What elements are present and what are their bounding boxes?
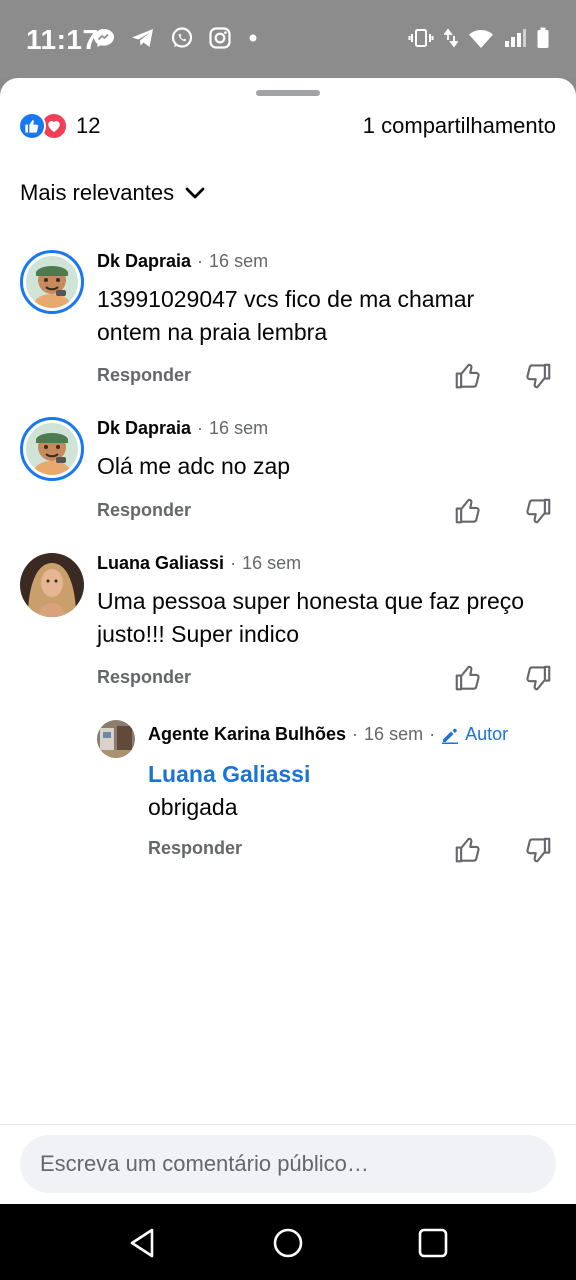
pencil-icon: [442, 728, 459, 744]
vibrate-icon: [408, 29, 434, 47]
sheet-grabber[interactable]: [256, 90, 320, 96]
dislike-icon[interactable]: [523, 361, 553, 391]
comment-author[interactable]: Luana Galiassi: [97, 553, 224, 574]
comment-time[interactable]: 16 sem: [242, 553, 301, 574]
avatar[interactable]: [20, 553, 84, 617]
data-arrows-icon: [444, 28, 458, 48]
reply-item: Agente Karina Bulhões · 16 sem · Autor L…: [0, 718, 576, 868]
reply-time[interactable]: 16 sem: [364, 724, 423, 745]
avatar[interactable]: [20, 250, 84, 314]
comment-text: Uma pessoa super honesta que faz preço j…: [97, 588, 525, 647]
comment-composer: Escreva um comentário público…: [0, 1124, 576, 1204]
like-icon[interactable]: [453, 496, 483, 526]
avatar[interactable]: [20, 417, 84, 481]
share-count[interactable]: 1 compartilhamento: [363, 112, 556, 140]
reaction-summary[interactable]: 12: [18, 112, 100, 140]
separator-dot: ·: [230, 553, 237, 573]
like-reaction-icon: [18, 112, 46, 140]
comment-author[interactable]: Dk Dapraia: [97, 418, 191, 439]
reply-button[interactable]: Responder: [97, 500, 191, 521]
dislike-icon[interactable]: [523, 835, 553, 865]
separator-dot: ·: [352, 724, 359, 744]
sort-dropdown[interactable]: Mais relevantes: [20, 180, 206, 206]
battery-icon: [537, 27, 549, 48]
dislike-icon[interactable]: [523, 496, 553, 526]
signal-icon: [505, 29, 526, 47]
comment-item: Luana Galiassi · 16 sem Uma pessoa super…: [0, 550, 576, 690]
reply-button[interactable]: Responder: [148, 838, 242, 859]
whatsapp-icon: [171, 27, 193, 48]
avatar-image: [20, 553, 84, 617]
reply-text: obrigada: [148, 794, 238, 820]
reply-button[interactable]: Responder: [97, 667, 191, 688]
reaction-count: 12: [76, 113, 101, 138]
status-bar: 11:17: [0, 0, 576, 78]
avatar[interactable]: [97, 720, 135, 758]
sort-label: Mais relevantes: [20, 180, 175, 205]
comments-sheet: 12 1 compartilhamento Mais relevantes Dk…: [0, 78, 576, 1204]
reply-body: Luana Galiassi obrigada: [148, 758, 548, 824]
wifi-icon: [469, 30, 493, 48]
comment-text: Olá me adc no zap: [97, 453, 291, 479]
separator-dot: ·: [197, 251, 204, 271]
recents-icon[interactable]: [416, 1226, 450, 1260]
like-icon[interactable]: [453, 835, 483, 865]
chevron-down-icon: [185, 187, 205, 199]
messenger-bubble-icon: [94, 29, 114, 47]
like-icon[interactable]: [453, 361, 483, 391]
dislike-icon[interactable]: [523, 663, 553, 693]
telegram-icon: [132, 29, 153, 47]
avatar-image: [26, 256, 78, 308]
status-time: 11:17: [26, 24, 99, 55]
separator-dot: ·: [197, 418, 204, 438]
separator-dot: ·: [429, 724, 436, 744]
avatar-image: [97, 720, 135, 758]
dot-icon: [249, 34, 257, 42]
comment-time[interactable]: 16 sem: [209, 418, 268, 439]
reply-button[interactable]: Responder: [97, 365, 191, 386]
author-badge-label: Autor: [465, 724, 509, 744]
system-nav-bar: [0, 1204, 576, 1280]
comment-author[interactable]: Dk Dapraia: [97, 251, 191, 272]
avatar-image: [26, 423, 78, 475]
comment-text: 13991029047 vcs fico de ma chamar ontem …: [97, 286, 475, 345]
comment-item: Dk Dapraia · 16 sem Olá me adc no zap Re…: [0, 416, 576, 526]
comment-time[interactable]: 16 sem: [209, 251, 268, 272]
back-icon[interactable]: [126, 1226, 160, 1260]
mention-link[interactable]: Luana Galiassi: [148, 758, 548, 791]
like-icon[interactable]: [453, 663, 483, 693]
reply-author[interactable]: Agente Karina Bulhões: [148, 724, 346, 745]
home-icon[interactable]: [271, 1226, 305, 1260]
instagram-icon: [209, 27, 231, 49]
comment-input[interactable]: Escreva um comentário público…: [20, 1135, 556, 1193]
comment-item: Dk Dapraia · 16 sem 13991029047 vcs fico…: [0, 248, 576, 398]
author-badge: Autor: [441, 724, 508, 745]
